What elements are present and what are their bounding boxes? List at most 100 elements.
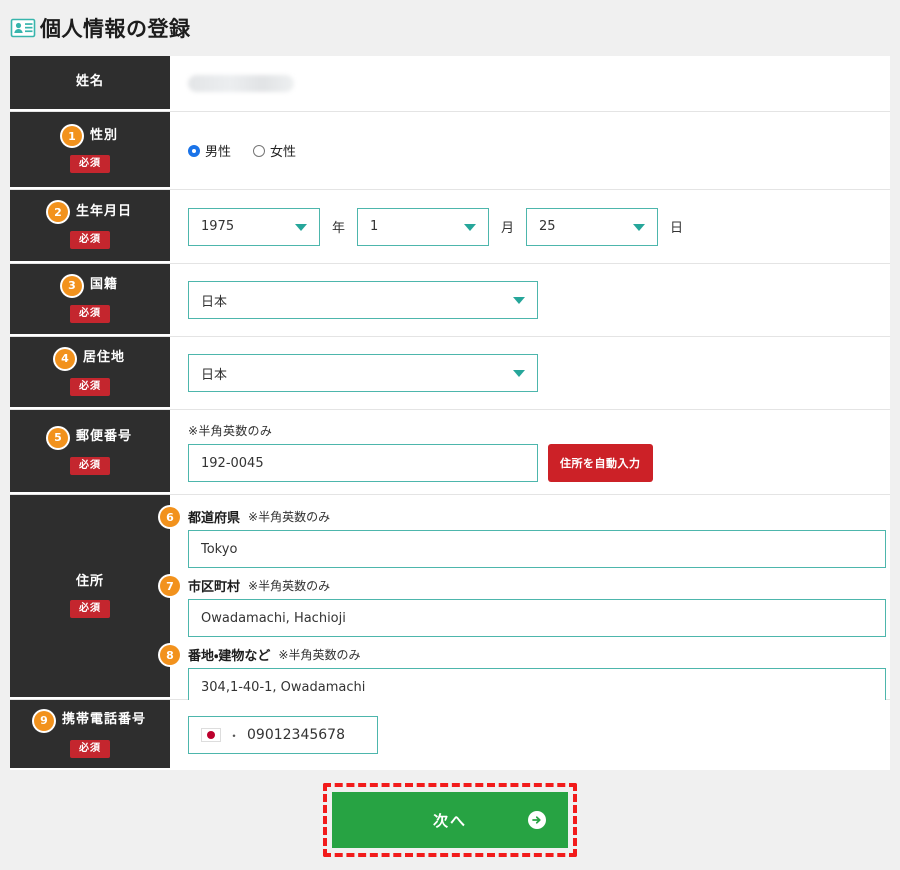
chevron-down-icon-month (464, 223, 477, 231)
registration-form: 姓名 1 性別 必須 男性 女性 2 生年月日 必須 1975 年 1 月 25… (10, 56, 890, 770)
label-mobile-phone: 携帯電話番号 (61, 712, 146, 728)
required-badge-postal-code: 必須 (70, 456, 110, 475)
birth-year-value: 1975 (201, 219, 235, 234)
label-name: 姓名 (75, 74, 104, 90)
postal-code-value: 192-0045 (201, 455, 264, 471)
field-name (170, 56, 890, 111)
row-label-mobile-phone: 9 携帯電話番号 必須 (10, 700, 170, 770)
birth-year-select[interactable]: 1975 (188, 207, 320, 246)
label-birthdate: 生年月日 (75, 203, 132, 219)
birth-month-unit: 月 (501, 221, 515, 236)
birth-day-value: 25 (539, 219, 556, 234)
step-number-3: 3 (61, 275, 82, 296)
required-badge-address: 必須 (70, 599, 110, 618)
name-value-redacted (188, 75, 294, 92)
step-number-7: 7 (160, 576, 180, 596)
street-hint: ※半角英数のみ (278, 648, 361, 662)
japan-flag-icon (201, 728, 221, 742)
birth-day-select[interactable]: 25 (526, 207, 659, 246)
gender-radio-group[interactable]: 男性 女性 (188, 141, 296, 160)
label-postal-code: 郵便番号 (75, 429, 132, 445)
nationality-select[interactable]: 日本 (188, 281, 538, 319)
field-nationality: 日本 (170, 264, 890, 336)
row-label-nationality: 3 国籍 必須 (10, 264, 170, 336)
next-button-highlight: 次へ (323, 783, 577, 857)
radio-male-dot[interactable] (188, 144, 200, 157)
birth-month-value: 1 (370, 219, 379, 234)
step-number-6: 6 (160, 507, 180, 527)
chevron-down-icon-year (295, 223, 307, 231)
row-residence: 4 居住地 必須 日本 (10, 337, 890, 410)
page-title: 個人情報の登録 (40, 17, 191, 41)
nationality-value: 日本 (201, 294, 228, 310)
step-number-4: 4 (54, 348, 75, 369)
chevron-down-icon-nationality (513, 297, 525, 304)
row-label-residence: 4 居住地 必須 (10, 337, 170, 409)
step-number-1: 1 (61, 126, 82, 146)
required-badge-birthdate: 必須 (70, 231, 110, 249)
residence-select[interactable]: 日本 (188, 354, 538, 392)
address-item-city: 7 市区町村 ※半角英数のみ Owadamachi, Hachioji (160, 576, 890, 643)
birth-month-select[interactable]: 1 (357, 207, 490, 246)
label-prefecture: 都道府県 (188, 511, 241, 526)
prefecture-input[interactable]: Tokyo (188, 530, 886, 568)
field-birthdate: 1975 年 1 月 25 日 (170, 190, 890, 263)
field-residence: 日本 (170, 337, 890, 409)
label-city: 市区町村 (188, 580, 241, 595)
label-address: 住所 (75, 574, 104, 590)
required-badge-gender: 必須 (70, 155, 110, 173)
row-postal-code: 5 郵便番号 必須 ※半角英数のみ 192-0045 住所を自動入力 (10, 410, 890, 495)
page-header: 個人情報の登録 (0, 0, 900, 56)
step-number-2: 2 (47, 202, 68, 222)
city-value: Owadamachi, Hachioji (201, 610, 346, 626)
street-value: 304,1-40-1, Owadamachi (201, 679, 366, 695)
row-label-postal-code: 5 郵便番号 必須 (10, 410, 170, 494)
postal-code-hint: ※半角英数のみ (188, 424, 273, 438)
chevron-down-icon-residence (513, 370, 525, 377)
field-postal-code: ※半角英数のみ 192-0045 住所を自動入力 (170, 410, 890, 494)
label-gender: 性別 (89, 127, 118, 143)
chevron-down-icon-day (633, 223, 646, 231)
birth-day-unit: 日 (670, 221, 684, 236)
row-label-name: 姓名 (10, 56, 170, 111)
mobile-phone-value: 09012345678 (247, 727, 345, 743)
row-nationality: 3 国籍 必須 日本 (10, 264, 890, 337)
row-birthdate: 2 生年月日 必須 1975 年 1 月 25 日 (10, 190, 890, 264)
mobile-phone-input[interactable]: ・ 09012345678 (188, 716, 378, 754)
prefecture-hint: ※半角英数のみ (248, 510, 331, 524)
prefecture-value: Tokyo (201, 541, 238, 557)
radio-female-label: 女性 (270, 145, 297, 160)
postal-code-input[interactable]: 192-0045 (188, 444, 538, 482)
residence-value: 日本 (201, 367, 228, 383)
required-badge-mobile-phone: 必須 (70, 739, 110, 758)
field-mobile-phone: ・ 09012345678 (170, 700, 890, 770)
label-street: 番地・建物など (188, 649, 271, 664)
row-label-gender: 1 性別 必須 (10, 112, 170, 189)
field-gender: 男性 女性 (170, 112, 890, 189)
row-address: 住所 必須 6 都道府県 ※半角英数のみ Tokyo 7 市区町村 ※半角英数の… (10, 495, 890, 706)
step-number-5: 5 (47, 427, 68, 448)
autofill-address-button[interactable]: 住所を自動入力 (548, 444, 653, 482)
required-badge-nationality: 必須 (70, 304, 110, 323)
row-mobile-phone: 9 携帯電話番号 必須 ・ 09012345678 (10, 700, 890, 770)
required-badge-residence: 必須 (70, 377, 110, 396)
radio-female-dot[interactable] (253, 144, 266, 157)
row-label-birthdate: 2 生年月日 必須 (10, 190, 170, 263)
radio-male[interactable]: 男性 (188, 141, 231, 160)
city-hint: ※半角英数のみ (248, 579, 331, 593)
next-button[interactable]: 次へ (332, 792, 568, 848)
phone-separator: ・ (228, 728, 241, 743)
row-gender: 1 性別 必須 男性 女性 (10, 112, 890, 190)
radio-female[interactable]: 女性 (253, 141, 296, 160)
step-number-9: 9 (33, 710, 54, 731)
city-input[interactable]: Owadamachi, Hachioji (188, 599, 886, 637)
label-residence: 居住地 (82, 350, 125, 366)
row-label-address: 住所 必須 (10, 495, 170, 699)
address-item-prefecture: 6 都道府県 ※半角英数のみ Tokyo (160, 507, 890, 574)
form-footer: 次へ (10, 770, 890, 870)
label-nationality: 国籍 (89, 277, 118, 293)
id-card-icon (10, 17, 36, 39)
birth-year-unit: 年 (332, 221, 346, 236)
radio-male-label: 男性 (205, 145, 232, 160)
step-number-8: 8 (160, 645, 180, 665)
